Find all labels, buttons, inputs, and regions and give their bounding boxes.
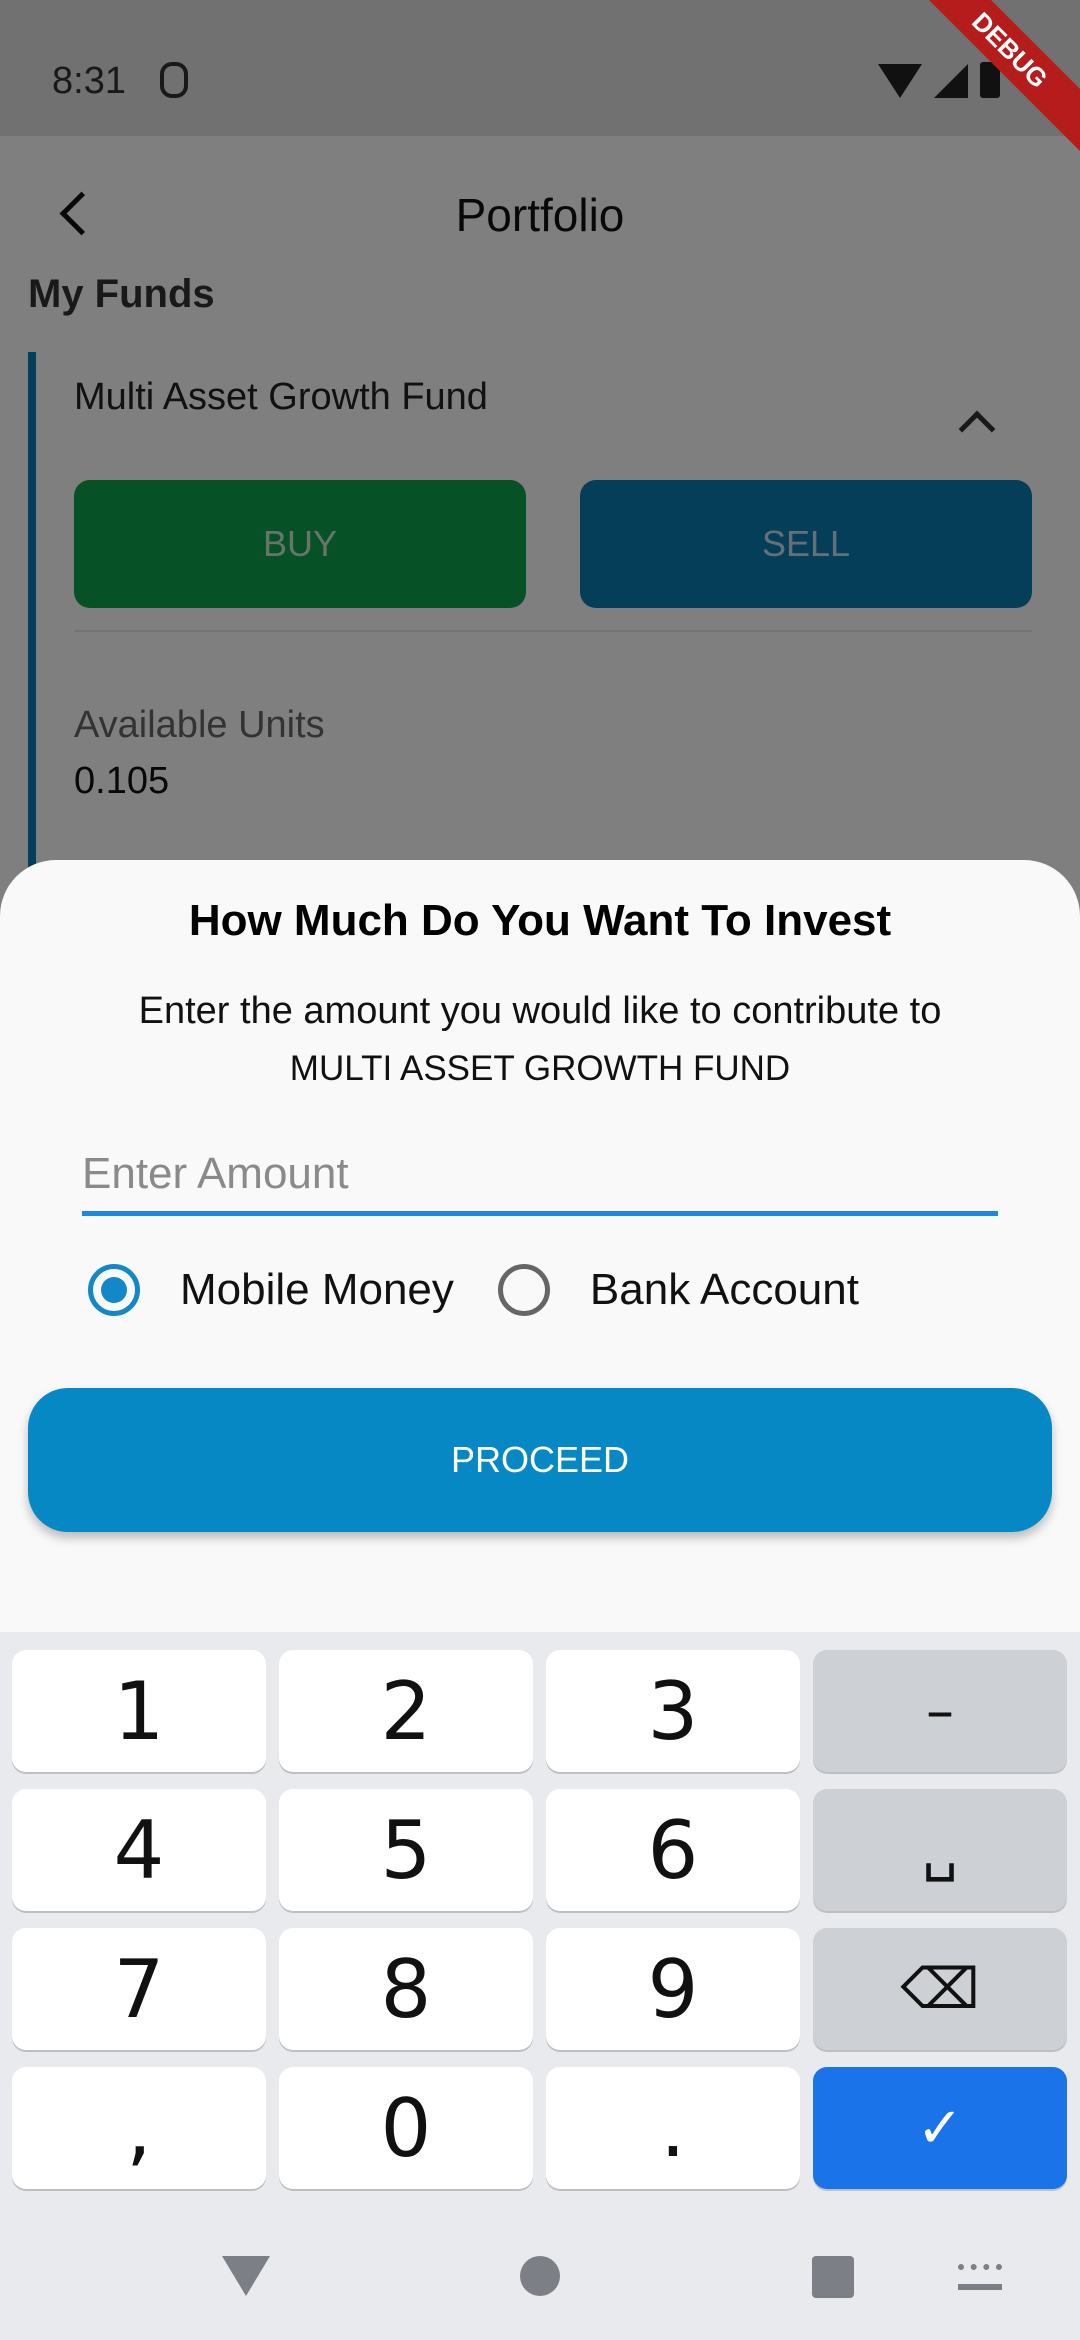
checkmark-icon[interactable]: ✓ [813,2067,1067,2189]
amount-input[interactable] [82,1136,998,1216]
invest-bottom-sheet: How Much Do You Want To Invest Enter the… [0,860,1080,1632]
payment-option-label: Mobile Money [180,1265,454,1314]
space-key-icon[interactable]: ␣ [813,1789,1067,1911]
key-0[interactable]: 0 [279,2067,533,2189]
payment-option-label: Bank Account [589,1265,859,1314]
proceed-button[interactable]: PROCEED [28,1388,1052,1532]
sheet-description-text: Enter the amount you would like to contr… [138,990,942,1032]
system-nav-bar [0,2212,1080,2340]
key-6[interactable]: 6 [546,1789,800,1911]
backspace-icon[interactable]: ⌫ [813,1928,1067,2050]
key-3[interactable]: 3 [546,1650,800,1772]
keyboard-switch-icon[interactable] [958,2264,1002,2290]
numeric-keyboard: 1 2 3 – 4 5 6 ␣ 7 8 9 ⌫ , 0 . ✓ [0,1632,1080,2212]
key-2[interactable]: 2 [279,1650,533,1772]
radio-selected-icon[interactable] [88,1264,140,1316]
key-5[interactable]: 5 [279,1789,533,1911]
key-minus[interactable]: – [813,1650,1067,1772]
sheet-description: Enter the amount you would like to contr… [40,982,1040,1098]
key-1[interactable]: 1 [12,1650,266,1772]
key-8[interactable]: 8 [279,1928,533,2050]
key-7[interactable]: 7 [12,1928,266,2050]
key-9[interactable]: 9 [546,1928,800,2050]
radio-unselected-icon[interactable] [497,1264,550,1316]
payment-option-mobile-money[interactable]: Mobile Money [88,1264,454,1316]
nav-recents-icon[interactable] [812,2256,854,2298]
nav-home-icon[interactable] [520,2256,560,2296]
key-4[interactable]: 4 [12,1789,266,1911]
sheet-title: How Much Do You Want To Invest [188,896,892,945]
sheet-fund-name: MULTI ASSET GROWTH FUND [289,1049,791,1088]
key-comma[interactable]: , [12,2067,266,2189]
payment-method-group: Mobile Money Bank Account [88,1264,903,1316]
nav-back-icon[interactable] [222,2256,270,2296]
key-period[interactable]: . [546,2067,800,2189]
payment-option-bank-account[interactable]: Bank Account [497,1264,859,1316]
